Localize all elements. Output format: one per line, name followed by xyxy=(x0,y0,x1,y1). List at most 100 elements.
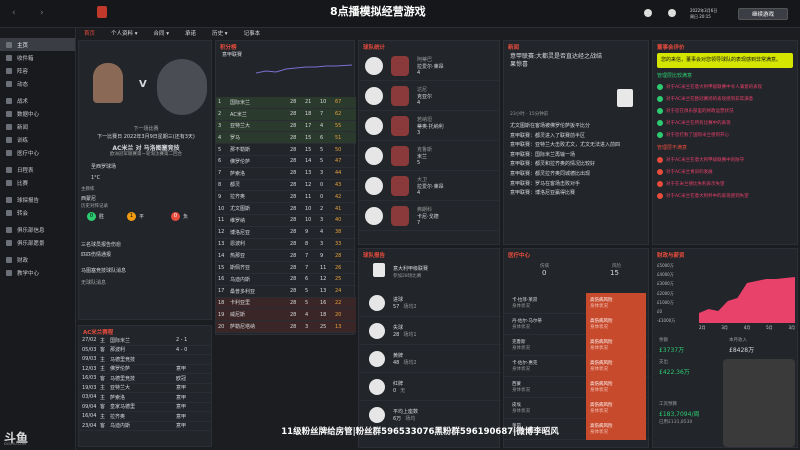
league-row[interactable]: 8 都灵 28 12 0 43 xyxy=(216,180,356,192)
player-avatar xyxy=(391,205,409,226)
tab-home[interactable]: 首页 xyxy=(84,29,95,39)
league-cell: 13 xyxy=(335,323,342,330)
fixture-row[interactable]: 16/04 主拉齐奥 意甲 xyxy=(79,412,211,422)
fixture-row[interactable]: 23/04 客乌迪内斯 意甲 xyxy=(79,422,211,431)
sidebar-item-1[interactable]: 收件箱 xyxy=(0,51,75,64)
record-label: 历史对阵记录 xyxy=(81,204,108,209)
continue-button[interactable]: 继续游戏 xyxy=(738,8,788,20)
douyu-logo-sub: DOUYU.COM xyxy=(4,442,27,446)
tab-history[interactable]: 历史 ▾ xyxy=(212,29,228,39)
league-row[interactable]: 3 亚特兰大 28 17 4 55 xyxy=(216,120,356,133)
league-cell: 24 xyxy=(335,288,342,295)
league-row[interactable]: 2 AC米兰 28 18 7 62 xyxy=(216,108,356,121)
tab-profile[interactable]: 个人资料 ▾ xyxy=(111,29,138,39)
league-row[interactable]: 6 佛罗伦萨 28 14 5 47 xyxy=(216,156,356,168)
fixture-row[interactable]: 03/04 主萨索洛 意甲 xyxy=(79,393,211,403)
league-row[interactable]: 19 威尼斯 28 4 18 20 xyxy=(216,309,356,322)
next-match-label: 下一场比赛 xyxy=(133,126,159,132)
league-row[interactable]: 9 拉齐奥 28 11 0 42 xyxy=(216,191,356,204)
stat-row[interactable]: 克鲁斯 米兰 5 xyxy=(359,141,499,171)
stat-row[interactable]: 弗朗科 卡尼·戈德 7 xyxy=(359,201,499,231)
forward-icon[interactable]: › xyxy=(40,8,44,18)
sidebar-item-12[interactable]: 转会 xyxy=(0,206,75,219)
league-row[interactable]: 7 萨索洛 28 13 3 44 xyxy=(216,168,356,180)
news-item[interactable]: 意甲联赛：罗马在客场击败对手 xyxy=(504,179,648,189)
league-row[interactable]: 14 热那亚 28 7 9 28 xyxy=(216,250,356,263)
medical-row[interactable]: 克鲁斯 身体状况 高伤病风险 身体状况 xyxy=(504,334,650,356)
fixture-row[interactable]: 27/02 主国际米兰 2 - 1 xyxy=(79,336,211,346)
settings-icon[interactable] xyxy=(668,9,676,17)
stat-row[interactable]: 阿蒂巴 拉爱尔·莱昂 4 xyxy=(359,51,499,81)
fixture-row[interactable]: 19/03 主亚特兰大 意甲 xyxy=(79,384,211,393)
sidebar-item-7[interactable]: 训练 xyxy=(0,133,75,146)
stat-row[interactable]: 大卫 拉爱尔·莱昂 4 xyxy=(359,171,499,201)
sidebar-item-11[interactable]: 球探报告 xyxy=(0,193,75,206)
league-row[interactable]: 20 萨勒尼塔纳 28 3 25 13 xyxy=(216,321,356,333)
sidebar-item-6[interactable]: 新闻 xyxy=(0,120,75,133)
news-item[interactable]: 意甲联赛：都灵进入了联赛前半区 xyxy=(504,131,648,141)
sidebar-item-15[interactable]: 财政 xyxy=(0,253,75,266)
sidebar-item-2[interactable]: 阵容 xyxy=(0,64,75,77)
league-cell: 5 xyxy=(305,299,309,306)
sidebar-item-8[interactable]: 医疗中心 xyxy=(0,146,75,159)
league-row[interactable]: 10 尤文图斯 28 10 2 41 xyxy=(216,203,356,215)
league-row[interactable]: 4 罗马 28 15 6 51 xyxy=(216,132,356,145)
sidebar-item-9[interactable]: 日程表 xyxy=(0,163,75,176)
league-cell: 28 xyxy=(290,170,297,177)
league-row[interactable]: 15 斯佩齐亚 28 7 11 26 xyxy=(216,262,356,274)
sidebar-item-16[interactable]: 教学中心 xyxy=(0,266,75,279)
stat-row[interactable]: 若纳坦 蒂奥·托纳利 3 xyxy=(359,111,499,141)
league-row[interactable]: 17 桑普多利亚 28 5 13 24 xyxy=(216,286,356,298)
fixture-row[interactable]: 05/03 客那波利 4 - 0 xyxy=(79,346,211,355)
news-item[interactable]: 意甲联赛：都灵和拉齐奥的情况比较好 xyxy=(504,159,648,169)
sidebar-item-10[interactable]: 比赛 xyxy=(0,176,75,189)
sidebar-icon xyxy=(6,226,12,233)
news-item[interactable]: 意甲联赛：都灵拉齐奥同城德比出现 xyxy=(504,169,648,179)
risk-count: 15 xyxy=(610,269,619,277)
league-cell: 9 xyxy=(320,252,324,259)
medical-row[interactable]: 卡·佐尔·惠克 身体状况 高伤病风险 身体状况 xyxy=(504,355,650,377)
league-row[interactable]: 5 那不勒斯 28 15 5 50 xyxy=(216,144,356,156)
back-icon[interactable]: ‹ xyxy=(12,8,16,18)
fixture-cell: 23/04 xyxy=(82,422,97,429)
sidebar-item-4[interactable]: 战术 xyxy=(0,94,75,107)
news-item[interactable]: 尤文图斯在客场被佛罗伦萨扳平比分 xyxy=(504,121,648,131)
medical-row[interactable]: 皮埃 身体状况 高伤病风险 身体状况 xyxy=(504,397,650,419)
medical-row[interactable]: 西蒙 身体状况 高伤病风险 身体状况 xyxy=(504,376,650,398)
league-row[interactable]: 13 恩波利 28 8 3 33 xyxy=(216,239,356,251)
news-item[interactable]: 意甲联赛：国际米兰再输一场 xyxy=(504,150,648,160)
fixture-row[interactable]: 16/03 客马德里竞技 欧冠 xyxy=(79,374,211,384)
stat-row[interactable]: 达尼 克亚尔 4 xyxy=(359,81,499,111)
help-icon[interactable] xyxy=(644,9,652,17)
sidebar-item-0[interactable]: 主页 xyxy=(0,38,75,51)
sidebar-icon xyxy=(6,166,12,173)
tab-contract[interactable]: 合同 ▾ xyxy=(154,29,170,39)
tab-notebook[interactable]: 记事本 xyxy=(244,29,261,39)
fixture-row[interactable]: 09/04 客皇家马德里 意甲 xyxy=(79,403,211,412)
sidebar-item-14[interactable]: 俱乐部愿景 xyxy=(0,236,75,249)
team-news-2[interactable]: 匹匹伤情通报 xyxy=(81,251,111,258)
board-bad-item: 对于AC米兰在意大利甲级联赛中的防守 xyxy=(653,154,797,166)
losses-label: 负 xyxy=(183,214,189,220)
team-news-3[interactable]: 马图塞竞技球队消息 xyxy=(81,267,126,274)
check-icon xyxy=(657,120,663,126)
medical-row[interactable]: 卡·拉菲·莱昂 身体状况 高伤病风险 身体状况 xyxy=(504,292,650,314)
sidebar-item-13[interactable]: 俱乐部信息 xyxy=(0,223,75,236)
league-row[interactable]: 18 卡利亚里 28 5 16 22 xyxy=(216,297,356,310)
news-headline[interactable]: 意甲联赛:大都灵是否直达经之战结果惊喜 xyxy=(504,51,609,71)
league-row[interactable]: 16 乌迪内斯 28 6 12 25 xyxy=(216,274,356,286)
league-cell: 拉齐奥 xyxy=(230,194,246,201)
league-row[interactable]: 12 博洛尼亚 28 9 4 38 xyxy=(216,227,356,239)
news-item[interactable]: 意甲联赛：博洛尼亚赢得比赛 xyxy=(504,188,648,198)
league-row[interactable]: 11 维罗纳 28 10 3 40 xyxy=(216,215,356,227)
fixture-row[interactable]: 09/03 主马德里竞技 xyxy=(79,355,211,365)
finance-y-tick: £5000万 xyxy=(657,263,674,268)
news-item[interactable]: 意甲联赛：亚特兰大击败尤文，尤文无法进入前四 xyxy=(504,140,648,150)
league-row[interactable]: 1 国际米兰 28 21 10 67 xyxy=(216,97,356,109)
sidebar-item-5[interactable]: 数据中心 xyxy=(0,107,75,120)
team-news-1[interactable]: 三名球员报告伤愈 xyxy=(81,241,121,248)
tab-promise[interactable]: 承诺 xyxy=(185,29,196,39)
fixture-row[interactable]: 12/03 主佛罗伦萨 意甲 xyxy=(79,365,211,374)
medical-row[interactable]: 丹·佐尔·马尔蒂 身体状况 高伤病风险 身体状况 xyxy=(504,313,650,335)
sidebar-item-3[interactable]: 动态 xyxy=(0,77,75,90)
